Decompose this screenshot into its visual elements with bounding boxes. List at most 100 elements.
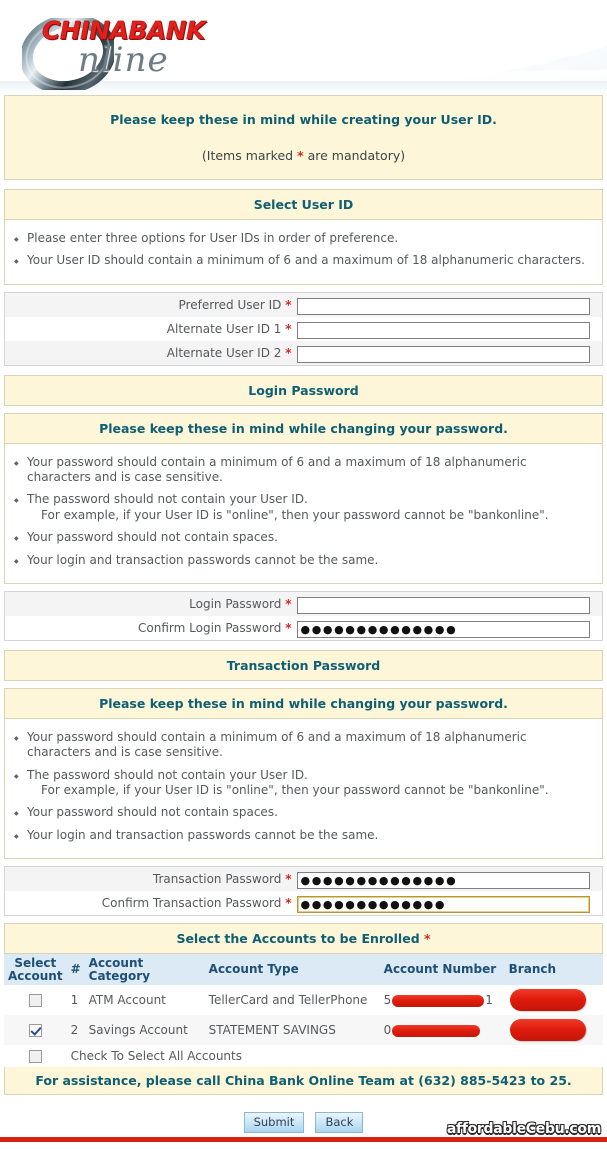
accounts-table: Select Account # Account Category Accoun… — [4, 954, 603, 1068]
submit-button[interactable]: Submit — [243, 1112, 305, 1134]
field-label-cell: Alternate User ID 2 * — [4, 340, 297, 366]
login-password-notes: Your password should contain a minimum o… — [4, 443, 603, 584]
form-row: Confirm Transaction Password * — [4, 891, 603, 916]
login-password-notes-heading: Please keep these in mind while changing… — [4, 412, 603, 444]
login-password-title: Login Password — [4, 374, 603, 406]
spacer — [0, 365, 607, 375]
note-text: Your password should not contain spaces. — [27, 805, 278, 820]
note-item: Your password should not contain spaces. — [13, 805, 594, 822]
select-user-id-notes: Please enter three options for User IDs … — [4, 220, 603, 285]
form-row: Confirm Login Password * — [4, 615, 603, 641]
row-branch-cell-2 — [504, 1015, 603, 1046]
required-asterisk: * — [285, 896, 292, 911]
field-label-cell: Confirm Login Password * — [4, 615, 297, 641]
field-input-cell — [296, 316, 603, 341]
transaction-password-title: Transaction Password — [4, 649, 603, 681]
mandatory-note: (Items marked * are mandatory) — [9, 148, 598, 163]
alternate-user-id-1-input[interactable] — [296, 321, 590, 339]
row-select-cell — [4, 1015, 67, 1046]
accounts-header-row: Select Account # Account Category Accoun… — [4, 954, 603, 986]
account-number-redaction-1 — [392, 994, 485, 1007]
required-asterisk: * — [285, 345, 292, 360]
select-all-label: Check To Select All Accounts — [66, 1045, 603, 1068]
row-category-2: Savings Account — [84, 1015, 205, 1046]
transaction-password-label: Transaction Password — [152, 872, 282, 887]
logo-online-text: nline — [78, 40, 169, 80]
login-password-notes-section: Please keep these in mind while changing… — [4, 412, 603, 584]
field-label-cell: Preferred User ID * — [4, 292, 297, 317]
alternate-user-id-1-label: Alternate User ID 1 — [166, 321, 282, 336]
note-item: Your login and transaction passwords can… — [13, 827, 594, 845]
spacer — [0, 405, 607, 413]
branch-redaction-1 — [509, 989, 586, 1012]
required-asterisk: * — [285, 321, 292, 336]
account-checkbox-1[interactable] — [28, 994, 42, 1008]
note-item: Your login and transaction passwords can… — [13, 552, 594, 570]
confirm-transaction-password-input[interactable] — [296, 896, 590, 914]
account-number-prefix-1: 5 — [383, 993, 392, 1008]
account-number-suffix-1: 1 — [485, 993, 493, 1008]
user-id-fields: Preferred User ID * Alternate User ID 1 … — [4, 291, 603, 366]
site-header-banner: CHINABANK nline — [0, 0, 607, 95]
row-number-cell-2: 0 — [379, 1015, 505, 1046]
field-input-cell — [296, 615, 603, 641]
col-select-account: Select Account — [4, 954, 67, 986]
form-row: Alternate User ID 1 * — [4, 316, 603, 341]
spacer — [0, 583, 607, 591]
mandatory-note-prefix: (Items marked — [201, 148, 298, 163]
note-text: The password should not contain your Use… — [27, 767, 308, 782]
chinabank-online-logo[interactable]: CHINABANK nline — [16, 4, 216, 90]
spacer — [0, 284, 607, 292]
col-select-line2: Account — [8, 968, 63, 983]
back-button[interactable]: Back — [315, 1112, 364, 1134]
login-password-input[interactable] — [296, 596, 590, 614]
row-category-1: ATM Account — [84, 985, 205, 1016]
row-number-2: 2 — [66, 1015, 85, 1046]
row-type-1: TellerCard and TellerPhone — [204, 985, 380, 1016]
note-item: The password should not contain your Use… — [13, 768, 594, 799]
account-checkbox-2[interactable] — [28, 1024, 42, 1038]
required-asterisk: * — [285, 620, 292, 635]
spacer — [0, 640, 607, 650]
login-password-form-table: Login Password * Confirm Login Password … — [4, 590, 603, 641]
transaction-password-form-table: Transaction Password * Confirm Transacti… — [4, 866, 603, 917]
note-item: Your password should contain a minimum o… — [13, 730, 594, 761]
accounts-title: Select the Accounts to be Enrolled * — [4, 923, 603, 955]
spacer — [0, 859, 607, 867]
transaction-password-notes-heading: Please keep these in mind while changing… — [4, 687, 603, 719]
note-text: Your login and transaction passwords can… — [27, 827, 379, 842]
col-account-category: Account Category — [84, 954, 205, 986]
note-example: For example, if your User ID is "online"… — [41, 782, 549, 797]
preferred-user-id-input[interactable] — [296, 297, 590, 315]
alternate-user-id-2-input[interactable] — [296, 345, 590, 363]
account-number-redaction-2 — [392, 1024, 481, 1037]
bottom-rule — [0, 1137, 607, 1143]
required-asterisk: * — [285, 596, 292, 611]
account-number-prefix-2: 0 — [383, 1023, 392, 1038]
note-text: Your login and transaction passwords can… — [27, 552, 379, 567]
login-password-label: Login Password — [189, 596, 282, 611]
field-input-cell — [296, 591, 603, 616]
note-text: Your password should contain a minimum o… — [27, 729, 527, 760]
note-text: Your password should contain a minimum o… — [27, 454, 527, 485]
table-row: 1 ATM Account TellerCard and TellerPhone… — [4, 985, 603, 1016]
preferred-user-id-label: Preferred User ID — [178, 297, 282, 312]
page-content: Please keep these in mind while creating… — [0, 95, 607, 1143]
field-input-cell — [296, 292, 603, 317]
field-label-cell: Confirm Transaction Password * — [4, 891, 297, 916]
select-user-id-title: Select User ID — [4, 189, 603, 220]
form-row: Login Password * — [4, 591, 603, 616]
transaction-password-fields: Transaction Password * Confirm Transacti… — [4, 866, 603, 917]
select-all-checkbox[interactable] — [28, 1050, 42, 1064]
mandatory-note-suffix: are mandatory) — [303, 148, 406, 163]
select-all-cell — [4, 1045, 67, 1068]
transaction-password-input[interactable] — [296, 872, 590, 890]
accounts-title-text: Select the Accounts to be Enrolled — [176, 931, 420, 947]
spacer — [0, 180, 607, 189]
row-number-1: 1 — [66, 985, 85, 1016]
row-branch-cell-1 — [504, 985, 603, 1016]
confirm-login-password-input[interactable] — [296, 620, 590, 638]
spacer — [0, 680, 607, 688]
row-number-cell-1: 51 — [379, 985, 505, 1016]
select-all-row: Check To Select All Accounts — [4, 1045, 603, 1068]
